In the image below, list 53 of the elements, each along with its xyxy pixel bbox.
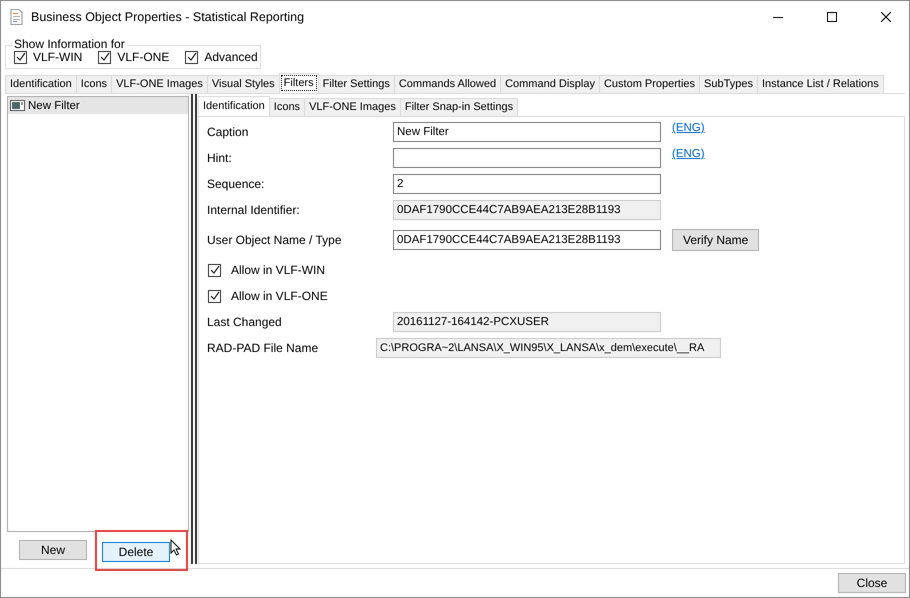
field-label: Internal Identifier: (207, 203, 301, 217)
maximize-icon (827, 12, 837, 22)
list-item[interactable]: New Filter (8, 97, 188, 114)
tab[interactable]: Icons (268, 98, 306, 116)
checkbox[interactable] (98, 50, 112, 64)
close-dialog-button[interactable]: Close (838, 573, 906, 593)
input-field[interactable]: 2 (393, 174, 661, 194)
checkbox[interactable] (208, 290, 221, 302)
input-field[interactable]: 0DAF1790CCE44C7AB9AEA213E28B1193 (393, 230, 661, 250)
checkbox[interactable] (185, 50, 198, 64)
field-label: Caption (207, 125, 250, 139)
document-icon (10, 9, 23, 25)
checkbox[interactable] (14, 50, 27, 64)
field-label: Sequence: (207, 177, 266, 191)
tab[interactable]: Instance List / Relations (756, 75, 884, 93)
read-only-field: 0DAF1790CCE44C7AB9AEA213E28B1193 (393, 200, 661, 220)
tab[interactable]: Filters (278, 73, 319, 93)
tab[interactable]: Filter Settings (318, 75, 395, 93)
field-label: RAD-PAD File Name (207, 341, 320, 355)
tab[interactable]: VLF-ONE Images (304, 98, 401, 116)
tab[interactable]: SubTypes (699, 75, 758, 93)
read-only-field: 20161127-164142-PCXUSER (393, 312, 661, 332)
checkbox[interactable] (208, 264, 221, 276)
tab[interactable]: Filter Snap-in Settings (400, 98, 518, 116)
read-only-field: C:\PROGRA~2\LANSA\X_WIN95\X_LANSA\x_dem\execute\__RA (376, 338, 721, 358)
field-label: Last Changed (207, 315, 283, 329)
checkbox-label: Allow in VLF-ONE (231, 289, 328, 303)
button[interactable]: New (19, 540, 87, 560)
tab[interactable]: Identification (198, 96, 270, 116)
input-field[interactable]: New Filter (393, 122, 661, 142)
tab[interactable]: Identification (5, 75, 77, 93)
checkbox-label: Advanced (204, 50, 258, 64)
hovered-button[interactable]: Delete (102, 542, 170, 562)
group-label: Show Information for (12, 37, 127, 51)
checkbox-label: VLF-ONE (117, 50, 170, 64)
field-label: User Object Name / Type (207, 233, 342, 247)
close-icon (881, 12, 891, 22)
checkbox-label: VLF-WIN (33, 50, 82, 64)
language-link[interactable]: (ENG) (672, 122, 705, 134)
tab[interactable]: Custom Properties (598, 75, 700, 93)
tab[interactable]: Visual Styles (206, 75, 280, 93)
field-label: Hint: (207, 151, 233, 165)
tab[interactable]: VLF-ONE Images (111, 75, 208, 93)
pointer-cursor-icon (170, 538, 181, 556)
input-field[interactable] (393, 148, 661, 168)
tab[interactable]: Icons (76, 75, 112, 93)
language-link[interactable]: (ENG) (672, 148, 705, 160)
tab[interactable]: Command Display (500, 75, 600, 93)
tab[interactable]: Commands Allowed (394, 75, 502, 93)
verify-name-button[interactable]: Verify Name (672, 229, 760, 251)
window-title: Business Object Properties - Statistical Reporting (31, 10, 306, 24)
checkbox-label: Allow in VLF-WIN (231, 263, 326, 277)
filter-icon (10, 100, 25, 111)
